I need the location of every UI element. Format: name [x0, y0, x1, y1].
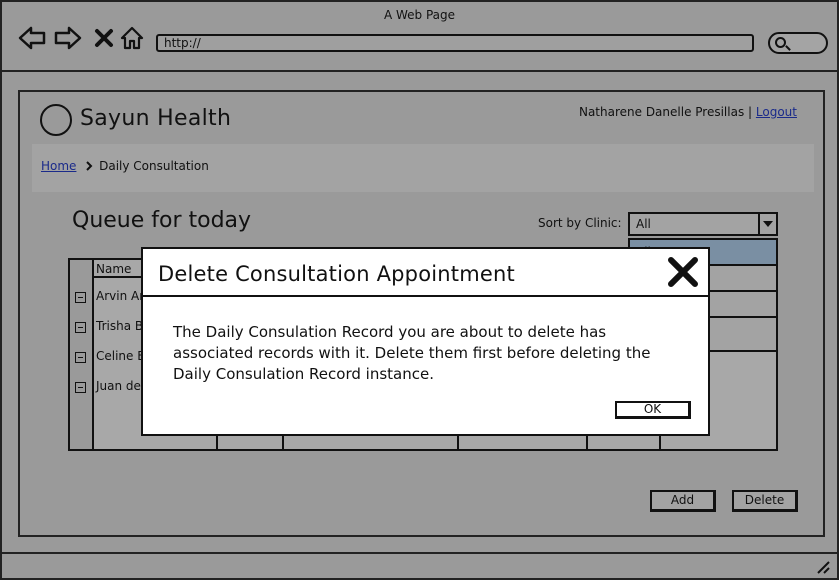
window-title: A Web Page — [383, 8, 456, 22]
forward-arrow-icon[interactable] — [54, 24, 82, 52]
row-collapse-icon[interactable] — [75, 322, 86, 333]
back-arrow-icon[interactable] — [18, 24, 46, 52]
row-collapse-icon[interactable] — [75, 292, 86, 303]
dialog-message: The Daily Consulation Record you are abo… — [173, 322, 683, 385]
status-bar — [2, 552, 837, 578]
brand-name: Sayun Health — [80, 106, 232, 131]
dialog-message-line: associated records with it. Delete them … — [173, 344, 651, 362]
row-collapse-icon[interactable] — [75, 352, 86, 363]
dialog-title: Delete Consultation Appointment — [158, 262, 515, 286]
page-title: Queue for today — [72, 208, 252, 233]
browser-toolbar: A Web Page http:// — [2, 2, 837, 72]
logo-icon — [40, 104, 72, 136]
search-icon — [775, 37, 786, 48]
row-name: Juan de — [96, 379, 141, 393]
close-icon[interactable] — [666, 255, 700, 289]
clinic-sort-value: All — [636, 217, 651, 231]
logout-link[interactable]: Logout — [756, 105, 797, 119]
breadcrumb-home-link[interactable]: Home — [41, 159, 76, 173]
delete-button[interactable]: Delete — [732, 490, 798, 512]
sort-label: Sort by Clinic: — [538, 216, 622, 230]
row-collapse-icon[interactable] — [75, 382, 86, 393]
delete-confirmation-dialog: Delete Consultation Appointment The Dail… — [141, 247, 710, 436]
dialog-message-line: Daily Consulation Record instance. — [173, 365, 434, 383]
user-info: Natharene Danelle Presillas | Logout — [579, 105, 797, 119]
row-name: Arvin Ar — [96, 289, 145, 303]
browser-search-field[interactable] — [768, 32, 828, 54]
add-button[interactable]: Add — [650, 490, 716, 512]
table-header-name: Name — [96, 262, 132, 276]
dialog-message-line: The Daily Consulation Record you are abo… — [173, 323, 607, 341]
resize-grip-icon[interactable] — [815, 560, 831, 574]
close-icon[interactable] — [90, 24, 118, 52]
dialog-header: Delete Consultation Appointment — [143, 249, 708, 297]
user-name: Natharene Danelle Presillas — [578, 105, 745, 119]
chevron-down-icon[interactable] — [758, 214, 776, 234]
breadcrumb: Home Daily Consultation — [32, 144, 814, 192]
address-bar[interactable]: http:// — [156, 34, 754, 52]
row-name: Celine E — [96, 349, 145, 363]
user-separator: | — [748, 105, 753, 119]
ok-button[interactable]: OK — [615, 401, 691, 419]
home-icon[interactable] — [118, 24, 146, 52]
clinic-sort-select[interactable]: All — [628, 212, 778, 236]
breadcrumb-current: Daily Consultation — [99, 159, 209, 173]
chevron-right-icon — [86, 161, 93, 171]
